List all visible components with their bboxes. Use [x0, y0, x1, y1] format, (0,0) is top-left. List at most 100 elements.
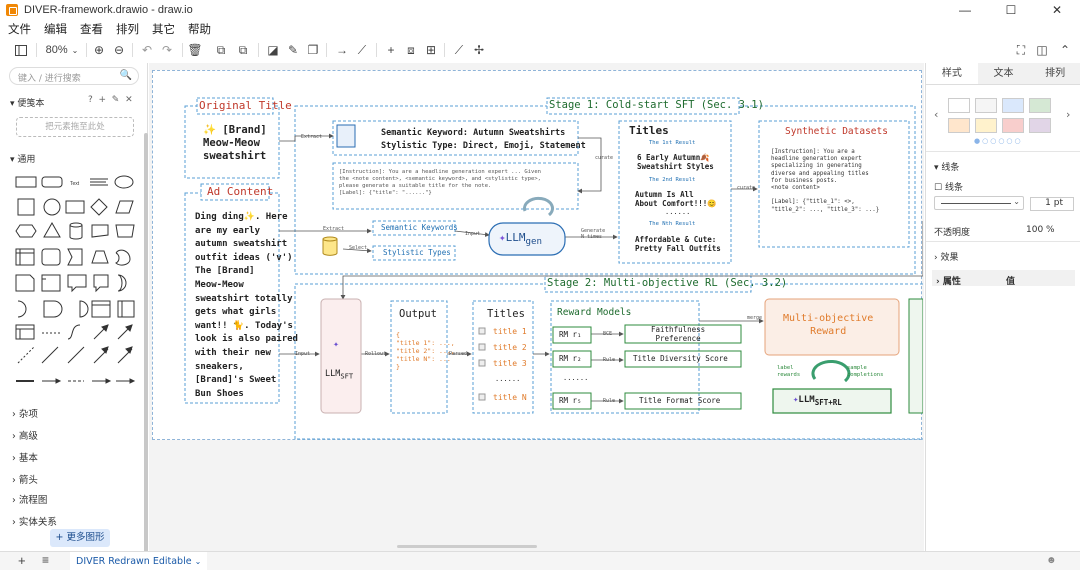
menu-view[interactable]: 查看 [80, 21, 103, 37]
more-shapes-button[interactable]: + 更多图形 [50, 529, 110, 547]
sidebar-toggle-icon[interactable] [12, 38, 30, 62]
swatch-prev-icon[interactable]: ‹ [934, 108, 938, 121]
multi-reward-box[interactable]: Multi-objective Reward [783, 312, 873, 338]
drawing-canvas[interactable]: Original Title ✨ [Brand] Meow-Meow sweat… [149, 63, 924, 551]
fill-color-icon[interactable]: ◪ [266, 38, 280, 62]
line-width-input[interactable]: 1 pt [1030, 197, 1074, 211]
rm5-box[interactable]: RM r₅ [559, 396, 582, 405]
stylistic-types-box[interactable]: Stylistic Types [383, 248, 451, 257]
maximize-button[interactable]: ☐ [988, 0, 1034, 20]
opacity-value[interactable]: 100 % [1026, 225, 1055, 235]
output-header[interactable]: Output [399, 308, 437, 320]
shapes-icon[interactable]: ⧈ [404, 38, 418, 62]
output-json[interactable]: { "title 1": ..., "title 2": ..., "title… [396, 331, 455, 371]
insert-icon[interactable]: + [384, 38, 398, 62]
title-item-3[interactable]: title 3 [493, 359, 527, 368]
diversity-box[interactable]: Title Diversity Score [633, 354, 728, 363]
close-button[interactable]: ✕ [1034, 0, 1080, 20]
edit-icon[interactable]: ✎ [112, 95, 120, 105]
search-icon[interactable]: 🔍 [120, 70, 132, 81]
titles-header[interactable]: Titles [629, 124, 669, 137]
style-swatch-orange[interactable] [948, 118, 970, 133]
menu-file[interactable]: 文件 [8, 21, 31, 37]
magic-icon[interactable]: ✢ [472, 38, 486, 62]
menu-help[interactable]: 帮助 [188, 21, 211, 37]
ad-content-label[interactable]: Ad Content [207, 185, 273, 198]
scratchpad-header[interactable]: ▾ 便笺本 [10, 96, 44, 109]
reward-models-header[interactable]: Reward Models [557, 307, 631, 318]
line-checkbox[interactable]: ☐ 线条 [934, 180, 963, 193]
shadow-icon[interactable]: ❐ [306, 38, 320, 62]
pages-menu-icon[interactable]: ≡ [42, 553, 49, 567]
menu-extras[interactable]: 其它 [152, 21, 175, 37]
style-swatch-blue[interactable] [1002, 98, 1024, 113]
category-er[interactable]: › 实体关系 [12, 514, 57, 528]
ad-content-text[interactable]: Ding ding✨. Here are my early autumn swe… [195, 211, 298, 401]
canvas-scrollbar[interactable] [397, 545, 537, 548]
title-item-n[interactable]: title N [493, 393, 527, 402]
semantic-keywords-box[interactable]: Semantic Keywords [381, 223, 458, 232]
effects-header[interactable]: › 效果 [934, 250, 958, 263]
menu-edit[interactable]: 编辑 [44, 21, 67, 37]
waypoints-icon[interactable]: ⟋ [354, 38, 370, 62]
table-icon[interactable]: ⊞ [424, 38, 438, 62]
llm-gen-node[interactable]: ✦LLMgen [499, 231, 542, 247]
to-back-icon[interactable]: ⧉ [236, 38, 250, 62]
feedback-icon[interactable]: ☻ [1046, 555, 1057, 566]
stylistic-type-text[interactable]: Stylistic Type: Direct, Emoji, Statement [381, 141, 586, 151]
original-title-label[interactable]: Original Title [199, 99, 292, 112]
style-swatch-purple[interactable] [1029, 118, 1051, 133]
redo-icon[interactable]: ↷ [160, 38, 174, 62]
style-swatch-white[interactable] [948, 98, 970, 113]
tab-arrange[interactable]: 排列 [1029, 63, 1080, 84]
zoom-in-icon[interactable]: ⊕ [92, 38, 106, 62]
titles2-header[interactable]: Titles [487, 308, 525, 320]
tab-text[interactable]: 文本 [977, 63, 1030, 84]
category-arrows[interactable]: › 箭头 [12, 472, 38, 486]
rm2-box[interactable]: RM r₂ [559, 354, 582, 363]
help-icon[interactable]: ? [88, 95, 93, 105]
swatch-next-icon[interactable]: › [1066, 108, 1070, 121]
collapse-icon[interactable]: ⌃ [1058, 38, 1072, 62]
general-header[interactable]: ▾ 通用 [10, 152, 35, 165]
edit-style-icon[interactable]: ⟋ [452, 38, 466, 62]
result-n-text[interactable]: Affordable & Cute: Pretty Fall Outfits [635, 235, 721, 253]
category-basic[interactable]: › 基本 [12, 450, 38, 464]
tab-style[interactable]: 样式 [926, 63, 978, 84]
delete-icon[interactable]: 🗑 [187, 38, 202, 62]
menu-arrange[interactable]: 排列 [116, 21, 139, 37]
style-swatch-gray[interactable] [975, 98, 997, 113]
style-swatch-yellow[interactable] [975, 118, 997, 133]
connection-icon[interactable]: → [334, 38, 350, 62]
category-advanced[interactable]: › 高级 [12, 428, 38, 442]
stage2-title[interactable]: Stage 2: Multi-objective RL (Sec. 3.2) [547, 277, 787, 289]
style-swatch-red[interactable] [1002, 118, 1024, 133]
stage1-title[interactable]: Stage 1: Cold-start SFT (Sec. 3.1) [549, 99, 764, 111]
minimize-button[interactable]: — [942, 0, 988, 20]
to-front-icon[interactable]: ⧉ [214, 38, 228, 62]
page-tab[interactable]: DIVER Redrawn Editable ⌄ [70, 552, 208, 571]
fullscreen-icon[interactable]: ⛶ [1014, 38, 1028, 62]
llm-sft-rl-node[interactable]: ✦LLMSFT+RL [793, 395, 842, 407]
category-misc[interactable]: › 杂项 [12, 406, 38, 420]
close-icon[interactable]: ✕ [125, 95, 133, 105]
result-2-text[interactable]: Autumn Is All About Comfort!!!😊 [635, 190, 717, 208]
search-input[interactable]: 键入 / 进行搜索 🔍 [9, 67, 139, 85]
add-page-button[interactable]: + [18, 553, 26, 568]
line-color-icon[interactable]: ✎ [286, 38, 300, 62]
property-column-header[interactable]: › 属性 [936, 274, 961, 287]
original-title-text[interactable]: ✨ [Brand] Meow-Meow sweatshirt [203, 124, 267, 163]
title-item-2[interactable]: title 2 [493, 343, 527, 352]
synthetic-text[interactable]: [Instruction]: You are a headline genera… [771, 149, 879, 214]
undo-icon[interactable]: ↶ [140, 38, 154, 62]
format-box[interactable]: Title Format Score [639, 396, 720, 405]
category-flowchart[interactable]: › 流程图 [12, 492, 47, 506]
result-1-text[interactable]: 6 Early Autumn🍂 Sweatshirt Styles [637, 153, 714, 171]
scratchpad-drop-zone[interactable]: 把元素拖至此处 [16, 117, 134, 137]
format-panel-icon[interactable]: ◫ [1034, 38, 1050, 62]
zoom-out-icon[interactable]: ⊖ [112, 38, 126, 62]
style-swatch-green[interactable] [1029, 98, 1051, 113]
instruction-text[interactable]: [Instruction]: You are a headline genera… [339, 169, 541, 197]
zoom-dropdown[interactable]: 80% ⌄ [42, 38, 82, 62]
rm1-box[interactable]: RM r₁ [559, 330, 582, 339]
